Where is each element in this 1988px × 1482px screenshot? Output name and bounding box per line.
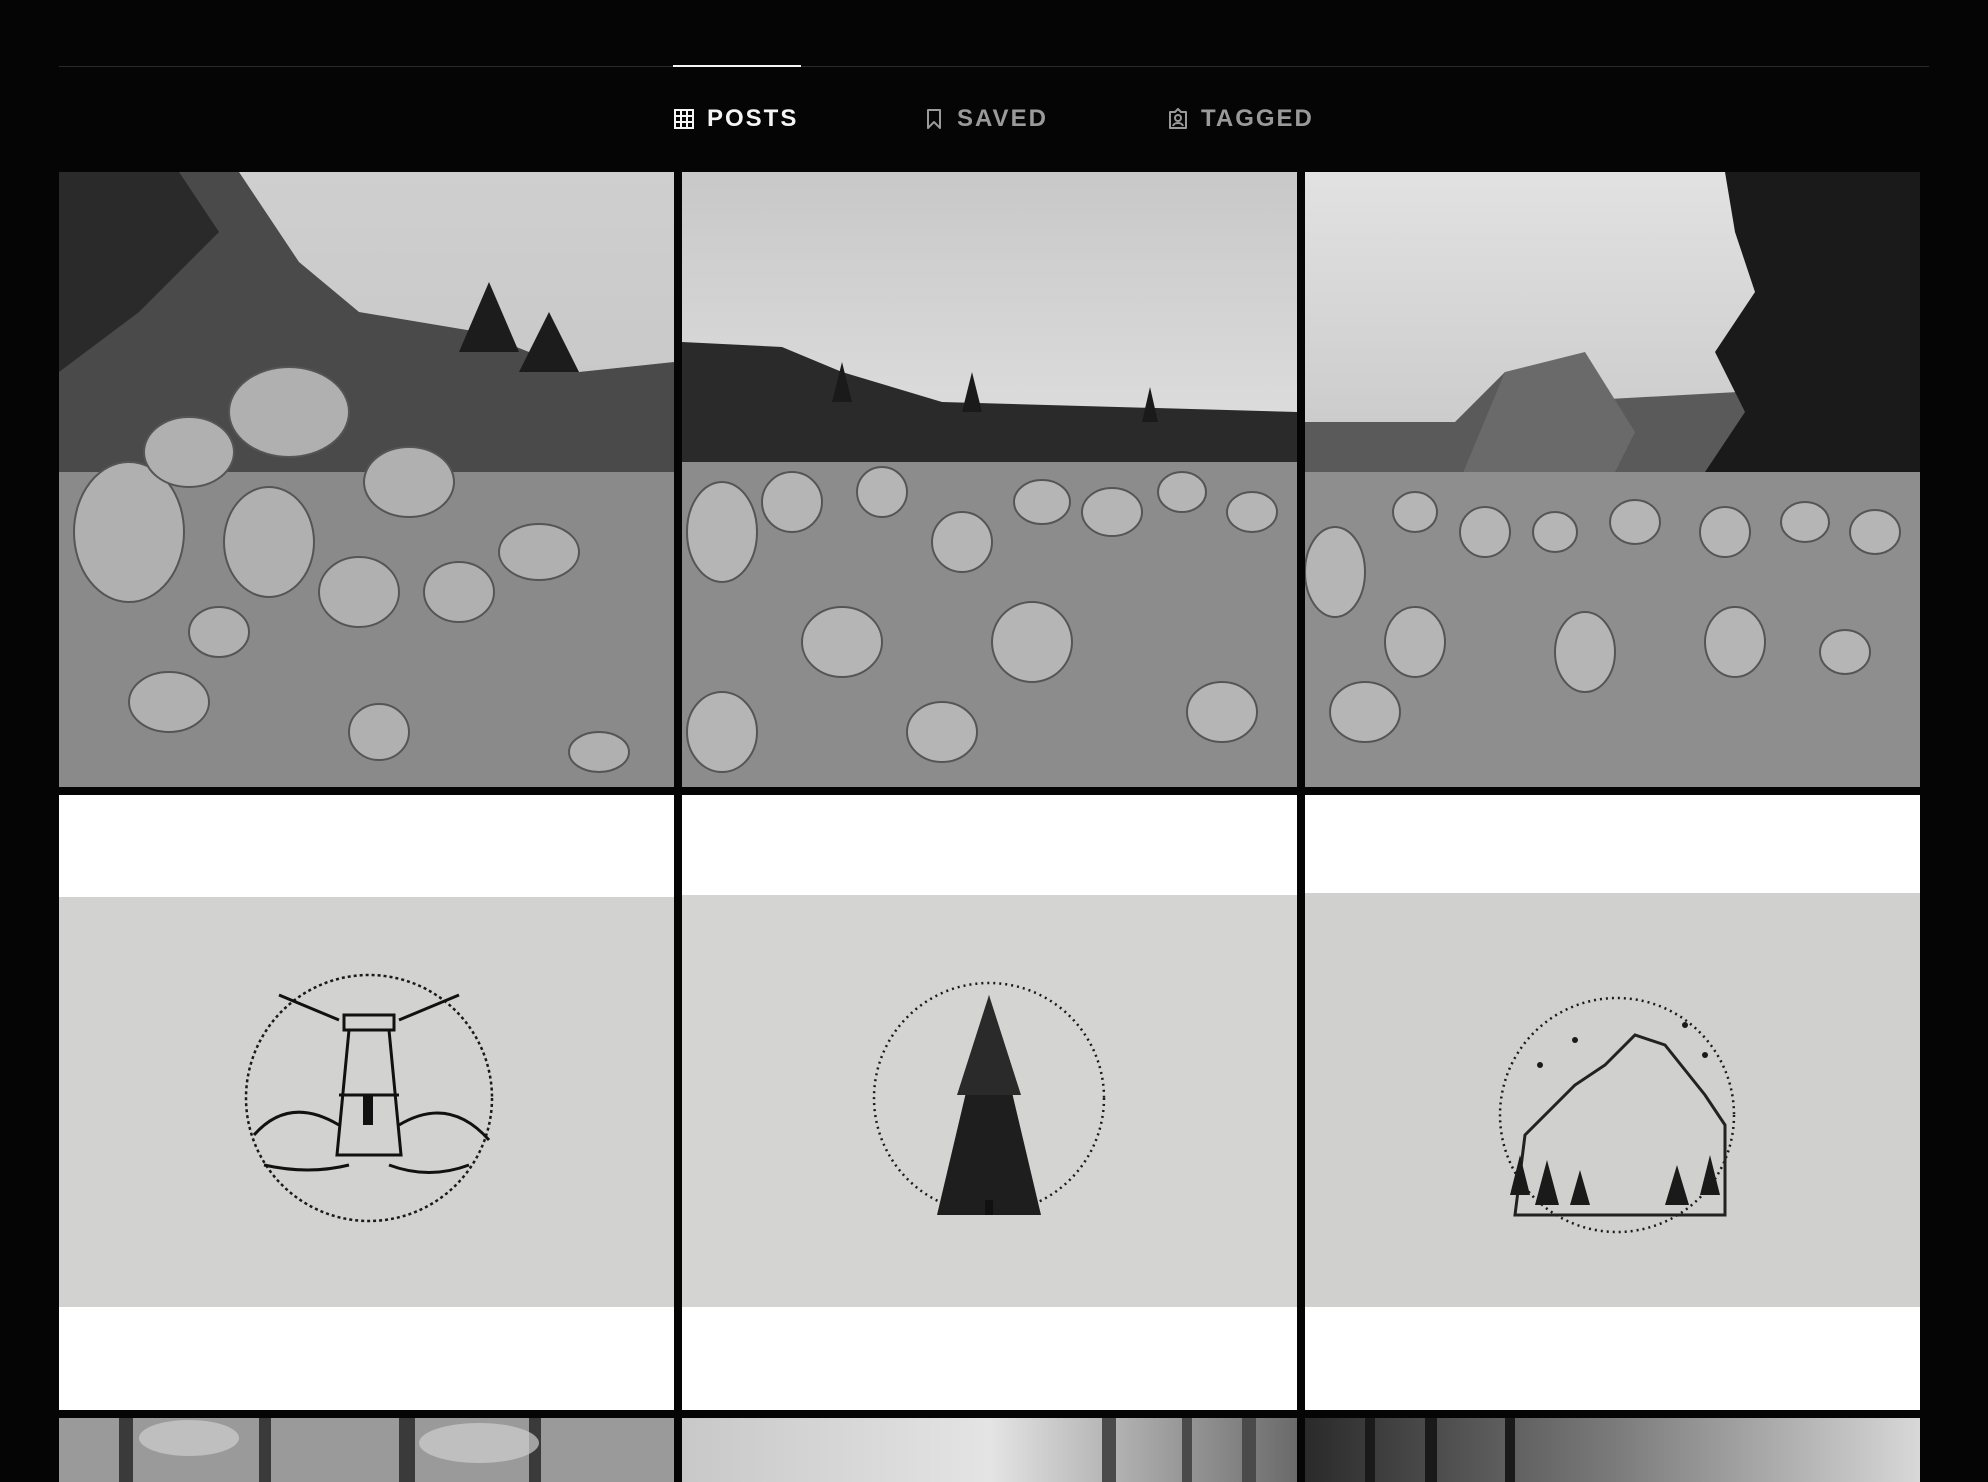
post-image [1305, 795, 1920, 1410]
post-image [59, 172, 674, 787]
post-tile[interactable] [682, 172, 1297, 787]
post-tile[interactable] [59, 172, 674, 787]
post-image [59, 1418, 674, 1482]
post-image [59, 795, 674, 1410]
post-tile[interactable] [1305, 795, 1920, 1410]
post-image [1305, 172, 1920, 787]
post-tile[interactable] [1305, 172, 1920, 787]
post-tile[interactable] [682, 795, 1297, 1410]
post-tile[interactable] [59, 795, 674, 1410]
post-tile[interactable] [1305, 1418, 1920, 1482]
post-image [682, 795, 1297, 1410]
post-image [1305, 1418, 1920, 1482]
post-image [682, 1418, 1297, 1482]
post-image [682, 172, 1297, 787]
posts-grid [0, 0, 1988, 1482]
post-tile[interactable] [59, 1418, 674, 1482]
post-tile[interactable] [682, 1418, 1297, 1482]
profile-posts-page: POSTS SAVED TAGGED [0, 0, 1988, 1482]
